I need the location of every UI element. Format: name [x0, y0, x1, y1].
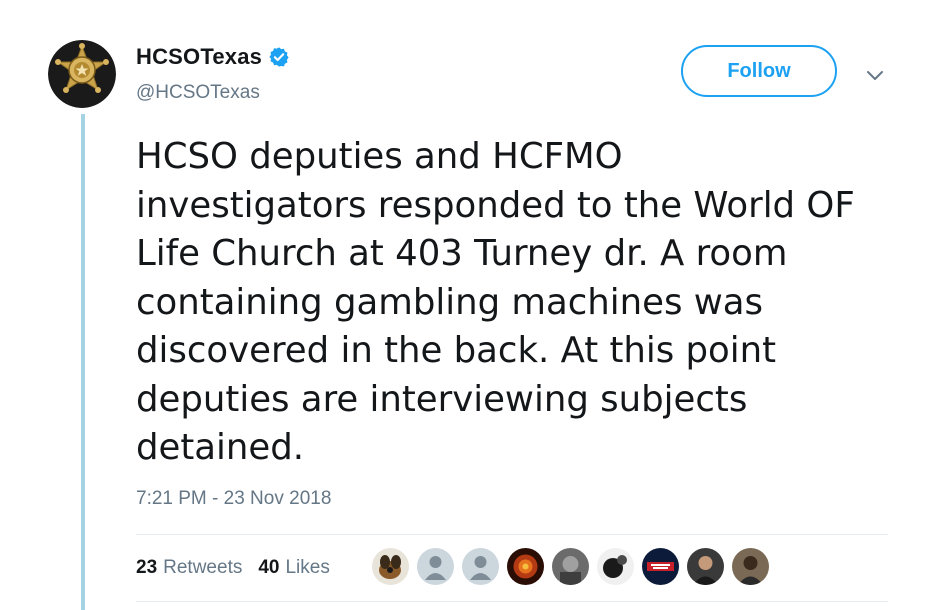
retweets-label: Retweets [163, 557, 243, 578]
tweet-text-line: detained. [136, 427, 305, 468]
display-name[interactable]: HCSOTexas [136, 44, 262, 70]
retweets-count: 23 [136, 557, 158, 578]
tweet-text-line: containing gambling machines was [136, 281, 764, 323]
retweets-stat[interactable]: 23 Retweets [136, 557, 242, 579]
liker-avatar[interactable] [687, 548, 724, 585]
liker-avatar[interactable] [597, 548, 634, 585]
likes-label: Likes [285, 557, 330, 578]
liker-avatar-default[interactable] [462, 548, 499, 585]
user-name-row[interactable]: HCSOTexas [136, 44, 290, 70]
sheriff-badge-icon [48, 40, 116, 108]
liker-avatars [372, 548, 769, 585]
divider [136, 534, 888, 535]
tweet-text-line: Life Church at 403 Turney dr. A room [136, 233, 788, 274]
avatar[interactable] [48, 40, 116, 108]
tweet-text-line: discovered in the back. At this point [136, 330, 777, 371]
likes-count: 40 [258, 557, 280, 578]
tweet-text: HCSO deputies and HCFMO investigators re… [136, 133, 906, 473]
liker-avatar-default[interactable] [417, 548, 454, 585]
thread-line [81, 114, 85, 610]
tweet-text-line: investigators responded to the World OF [136, 184, 855, 226]
liker-avatar[interactable] [372, 548, 409, 585]
follow-button[interactable]: Follow [681, 45, 837, 97]
tweet-timestamp[interactable]: 7:21 PM - 23 Nov 2018 [136, 488, 331, 510]
tweet-text-line: deputies are interviewing subjects [136, 378, 748, 420]
liker-avatar[interactable] [552, 548, 589, 585]
chevron-down-icon[interactable] [864, 64, 886, 86]
divider [136, 601, 888, 602]
tweet-stats: 23 Retweets 40 Likes [136, 557, 346, 579]
liker-avatar[interactable] [507, 548, 544, 585]
tweet-text-line: HCSO deputies and HCFMO [136, 136, 623, 177]
likes-stat[interactable]: 40 Likes [258, 557, 330, 579]
liker-avatar[interactable] [642, 548, 679, 585]
user-handle[interactable]: @HCSOTexas [136, 82, 260, 104]
verified-badge-icon [269, 47, 289, 67]
liker-avatar[interactable] [732, 548, 769, 585]
